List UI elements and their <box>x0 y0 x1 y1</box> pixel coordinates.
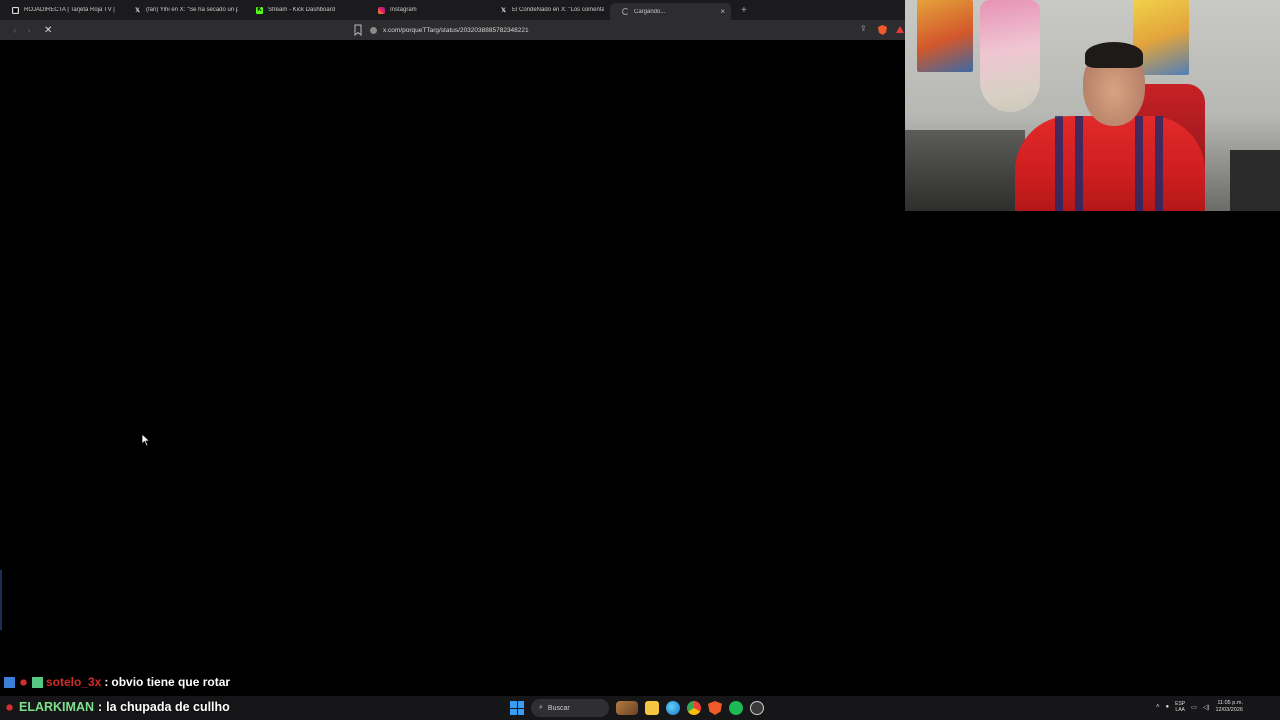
figure-image <box>980 0 1040 112</box>
clock-date: 12/03/2026 <box>1215 707 1243 713</box>
url-text: x.com/porqueTTarg/status/203203888578234… <box>383 26 529 34</box>
brave-rewards-icon[interactable] <box>896 26 904 33</box>
mouse-cursor-icon <box>141 433 151 447</box>
tab-title: (fan) Yihi en X: "Se ha secado un pozo <box>146 7 238 13</box>
network-icon[interactable]: ▭ <box>1191 704 1197 711</box>
close-tab-icon[interactable]: × <box>720 7 725 16</box>
tab-loading[interactable]: Cargando... × <box>610 3 731 20</box>
browser-toolbar: ‹ › ✕ x.com/porqueTTarg/status/203203888… <box>0 20 905 40</box>
address-bar[interactable]: x.com/porqueTTarg/status/203203888578234… <box>370 24 850 36</box>
site-info-icon[interactable] <box>370 26 377 34</box>
poster-image <box>917 0 973 72</box>
language-indicator[interactable]: ESP LAA <box>1175 701 1185 713</box>
chat-username[interactable]: sotelo_3x <box>46 675 101 689</box>
tab-title: Cargando... <box>634 8 666 15</box>
tab-title: Stream - Kick Dashboard <box>268 7 336 13</box>
window-edge <box>0 570 2 630</box>
loading-icon <box>622 8 629 15</box>
chat-separator: : <box>104 675 109 689</box>
forward-button[interactable]: › <box>22 25 36 35</box>
chat-text: obvio tiene que rotar <box>111 675 231 689</box>
tab-title: El CondeNado en X: "Los comentarios <box>512 7 604 13</box>
microphone-icon[interactable]: ● <box>1166 704 1170 710</box>
windows-start-icon[interactable] <box>510 701 524 715</box>
x-icon: 𝕏 <box>135 7 140 14</box>
file-explorer-icon[interactable] <box>645 701 659 715</box>
rojadirecta-icon: ▣ <box>12 6 19 14</box>
tab-title: Instagram <box>390 7 417 13</box>
chrome-icon[interactable] <box>687 701 701 715</box>
chat-separator: : <box>98 700 103 714</box>
instagram-icon <box>378 6 385 14</box>
chat-username[interactable]: ELARKIMAN <box>19 700 94 714</box>
streamer-body <box>1015 116 1205 211</box>
kick-icon: K <box>256 6 263 14</box>
shelf-image <box>1230 150 1280 211</box>
system-tray: ˄ ● ESP LAA ▭ ◁) 11:05 p.m. 12/03/2026 <box>1156 700 1243 714</box>
webcam-overlay <box>905 0 1280 211</box>
chat-text: la chupada de cullho <box>106 700 230 714</box>
edge-icon[interactable] <box>666 701 680 715</box>
back-button[interactable]: ‹ <box>8 25 22 35</box>
tab-rojadirecta[interactable]: ▣ ROJADIRECTA | Tarjeta Roja TV | Fútbol <box>0 0 122 20</box>
subscriber-badge-icon <box>32 676 43 688</box>
rose-badge-icon <box>18 676 29 688</box>
chevron-up-icon[interactable]: ˄ <box>1156 704 1160 710</box>
tab-x-condenado[interactable]: 𝕏 El CondeNado en X: "Los comentarios <box>488 0 610 20</box>
streamer-hair <box>1085 42 1143 68</box>
rose-badge-icon <box>4 701 15 713</box>
chat-message: sotelo_3x : obvio tiene que rotar <box>4 675 230 689</box>
chat-message: ELARKIMAN : la chupada de cullho <box>4 699 230 715</box>
brave-shields-icon[interactable] <box>878 25 887 35</box>
tab-title: ROJADIRECTA | Tarjeta Roja TV | Fútbol <box>24 7 116 13</box>
desk-image <box>905 130 1025 211</box>
search-label: Buscar <box>547 704 570 712</box>
spotify-icon[interactable] <box>729 701 743 715</box>
clock[interactable]: 11:05 p.m. 12/03/2026 <box>1215 700 1243 714</box>
verified-badge-icon <box>4 676 15 688</box>
clock-time: 11:05 p.m. <box>1217 700 1243 706</box>
brave-browser-icon[interactable] <box>708 701 722 715</box>
keyboard-layout: LAA <box>1175 707 1185 713</box>
browser-tab-strip: ▣ ROJADIRECTA | Tarjeta Roja TV | Fútbol… <box>0 0 905 20</box>
stop-loading-button[interactable]: ✕ <box>44 25 52 36</box>
obs-icon[interactable] <box>750 701 764 715</box>
search-icon: ⌕ <box>539 704 543 711</box>
volume-icon[interactable]: ◁) <box>1203 704 1210 711</box>
tab-kick-dashboard[interactable]: K Stream - Kick Dashboard <box>244 0 366 20</box>
taskbar-search[interactable]: ⌕ Buscar <box>531 699 609 717</box>
share-icon[interactable]: ⇪ <box>860 24 867 33</box>
tab-x-yihi[interactable]: 𝕏 (fan) Yihi en X: "Se ha secado un pozo <box>122 0 244 20</box>
new-tab-button[interactable]: + <box>741 5 747 16</box>
x-icon: 𝕏 <box>501 7 506 14</box>
tab-instagram[interactable]: Instagram <box>366 0 488 20</box>
widgets-icon[interactable] <box>616 701 638 715</box>
bookmark-icon[interactable] <box>353 24 363 36</box>
